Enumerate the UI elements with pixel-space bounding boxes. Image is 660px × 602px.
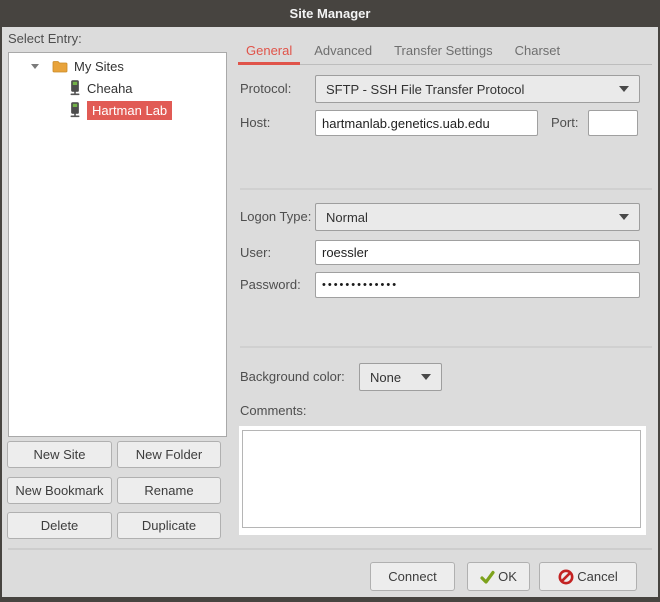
chevron-down-icon: [619, 86, 629, 92]
section-divider: [240, 188, 652, 190]
cancel-icon: [558, 569, 574, 585]
section-divider: [240, 346, 652, 348]
tab-advanced[interactable]: Advanced: [306, 38, 380, 65]
rename-button[interactable]: Rename: [117, 477, 221, 504]
tree-item-label: My Sites: [74, 59, 124, 74]
titlebar: Site Manager: [0, 0, 660, 27]
expander-icon[interactable]: [31, 64, 39, 69]
background-color-label: Background color:: [240, 363, 345, 391]
user-label: User:: [240, 240, 271, 265]
connect-button[interactable]: Connect: [370, 562, 455, 591]
tab-bar: General Advanced Transfer Settings Chars…: [238, 38, 652, 65]
logon-type-select[interactable]: Normal: [315, 203, 640, 231]
logon-type-label: Logon Type:: [240, 203, 311, 231]
server-icon: [69, 102, 81, 118]
folder-icon: [52, 60, 68, 73]
site-manager-dialog: Site Manager Select Entry: My Sites Chea…: [0, 0, 660, 602]
protocol-select[interactable]: SFTP - SSH File Transfer Protocol: [315, 75, 640, 103]
user-input[interactable]: [315, 240, 640, 265]
background-color-select[interactable]: None: [359, 363, 442, 391]
password-label: Password:: [240, 272, 301, 298]
tree-item-hartman-lab[interactable]: Hartman Lab: [9, 99, 226, 121]
ok-button-label: OK: [498, 569, 517, 584]
footer-divider: [8, 548, 652, 550]
tab-charset[interactable]: Charset: [507, 38, 569, 65]
protocol-label: Protocol:: [240, 75, 291, 103]
cancel-button-label: Cancel: [577, 569, 617, 584]
tab-transfer-settings[interactable]: Transfer Settings: [386, 38, 501, 65]
tab-general[interactable]: General: [238, 38, 300, 65]
new-site-button[interactable]: New Site: [7, 441, 112, 468]
tree-item-label: Cheaha: [87, 81, 133, 96]
tree-item-my-sites[interactable]: My Sites: [9, 55, 226, 77]
window-title: Site Manager: [290, 6, 371, 21]
delete-button[interactable]: Delete: [7, 512, 112, 539]
ok-button[interactable]: OK: [467, 562, 530, 591]
background-color-value: None: [370, 370, 401, 385]
server-icon: [69, 80, 81, 96]
password-input[interactable]: [315, 272, 640, 298]
tree-item-label-selected: Hartman Lab: [87, 101, 172, 120]
host-label: Host:: [240, 110, 270, 136]
port-label: Port:: [551, 110, 578, 136]
chevron-down-icon: [619, 214, 629, 220]
protocol-value: SFTP - SSH File Transfer Protocol: [326, 82, 524, 97]
new-folder-button[interactable]: New Folder: [117, 441, 221, 468]
duplicate-button[interactable]: Duplicate: [117, 512, 221, 539]
comments-textarea[interactable]: [242, 430, 641, 528]
cancel-button[interactable]: Cancel: [539, 562, 637, 591]
select-entry-label: Select Entry:: [8, 31, 82, 46]
comments-label: Comments:: [240, 402, 306, 420]
port-input[interactable]: [588, 110, 638, 136]
check-icon: [480, 570, 495, 584]
chevron-down-icon: [421, 374, 431, 380]
site-tree[interactable]: My Sites Cheaha Hartman Lab: [8, 52, 227, 437]
host-input[interactable]: [315, 110, 538, 136]
logon-type-value: Normal: [326, 210, 368, 225]
tree-item-cheaha[interactable]: Cheaha: [9, 77, 226, 99]
new-bookmark-button[interactable]: New Bookmark: [7, 477, 112, 504]
